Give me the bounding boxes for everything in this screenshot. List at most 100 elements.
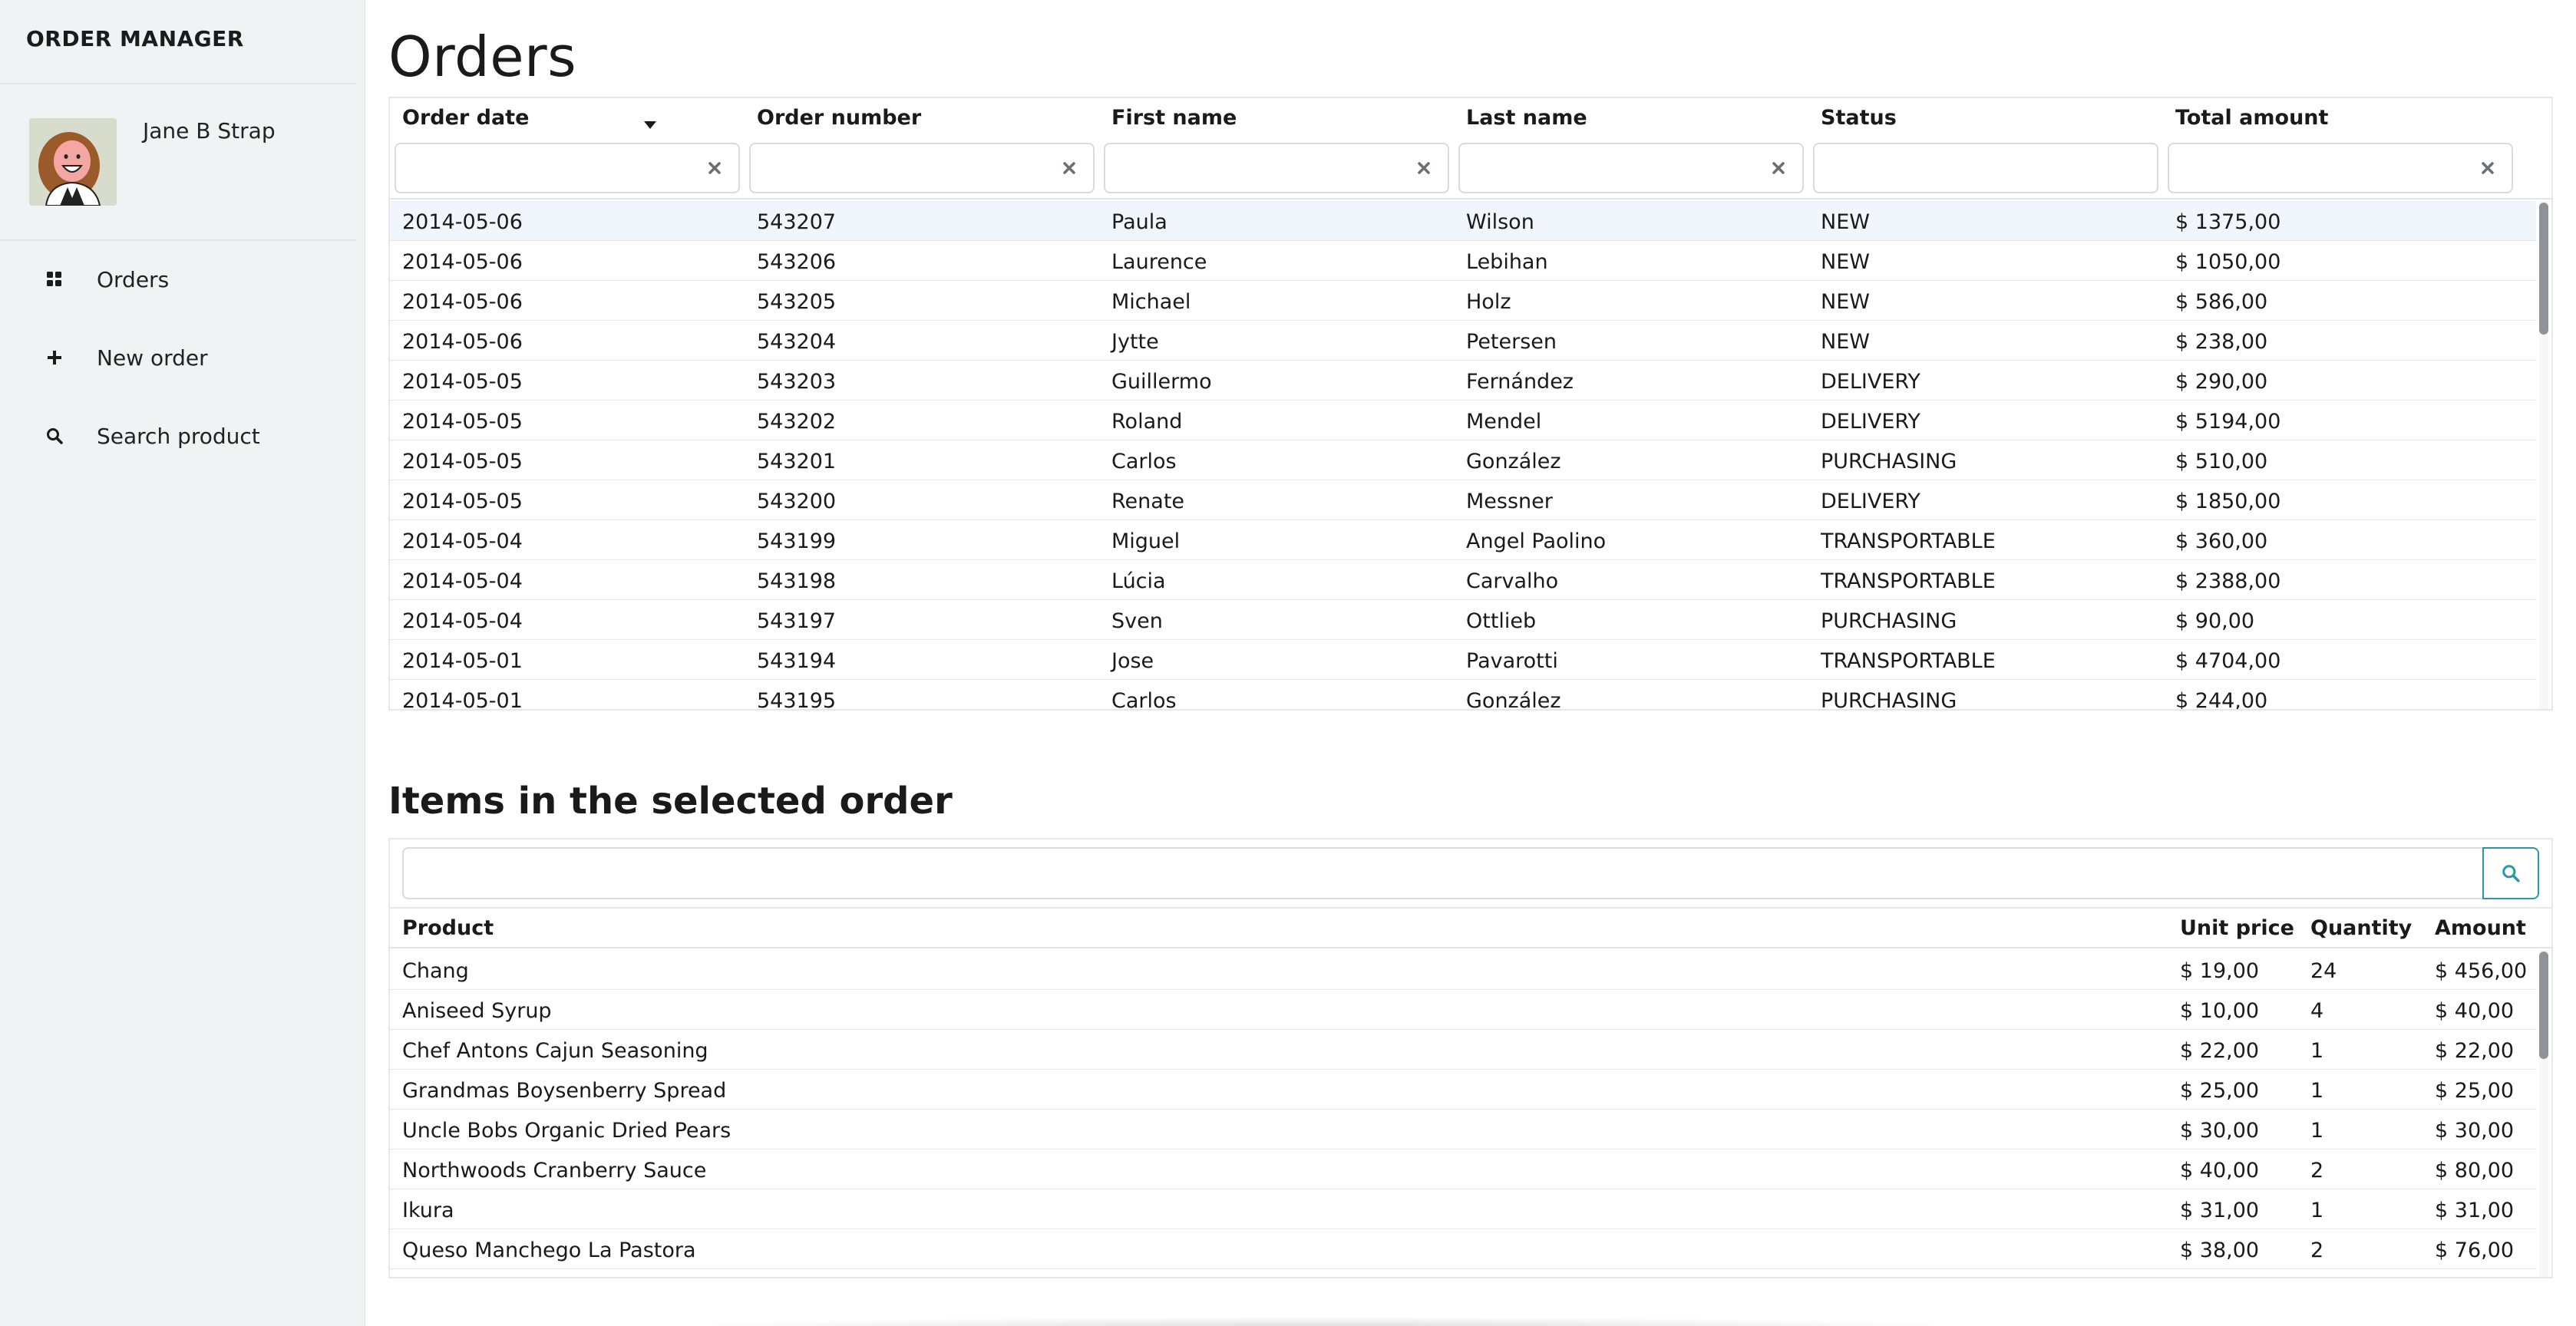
table-cell: 543199 bbox=[757, 529, 837, 553]
column-header-unit-price[interactable]: Unit price bbox=[2180, 916, 2294, 940]
table-row[interactable]: Ikura $ 31,00 1 $ 31,00 bbox=[390, 1189, 2536, 1229]
sort-descending-icon[interactable] bbox=[643, 118, 657, 133]
nav-item-new-order[interactable]: New order bbox=[0, 325, 356, 390]
table-row[interactable]: 2014-05-05 543200 Renate Messner DELIVERY $ 1… bbox=[390, 480, 2536, 520]
table-cell: 543200 bbox=[757, 490, 837, 513]
orders-scrollbar-thumb[interactable] bbox=[2539, 203, 2548, 335]
table-row[interactable]: Queso Manchego La Pastora $ 38,00 2 $ 76,00 bbox=[390, 1229, 2536, 1269]
table-cell: Ikura bbox=[402, 1199, 454, 1222]
table-cell: $ 19,00 bbox=[2180, 959, 2260, 983]
filter-first-name-input[interactable] bbox=[1104, 143, 1449, 193]
app-title: ORDER MANAGER bbox=[26, 26, 244, 51]
table-cell: $ 38,00 bbox=[2180, 1239, 2260, 1262]
table-row[interactable]: Chang $ 19,00 24 $ 456,00 bbox=[390, 950, 2536, 990]
filter-status-select[interactable] bbox=[1813, 143, 2158, 193]
table-cell: $ 25,00 bbox=[2180, 1079, 2260, 1103]
items-grid: Product Unit price Quantity Amount Chang… bbox=[388, 838, 2553, 1278]
column-header-status[interactable]: Status bbox=[1821, 106, 1897, 130]
clear-filter-icon[interactable] bbox=[2478, 158, 2498, 178]
table-cell: $ 40,00 bbox=[2180, 1159, 2260, 1183]
column-header-last-name[interactable]: Last name bbox=[1466, 106, 1587, 130]
table-row[interactable]: 2014-05-01 543194 Jose Pavarotti TRANSPORTAB… bbox=[390, 640, 2536, 680]
table-cell: Lúcia bbox=[1111, 569, 1166, 593]
table-cell: Jose bbox=[1111, 649, 1154, 673]
table-row[interactable]: Aniseed Syrup $ 10,00 4 $ 40,00 bbox=[390, 990, 2536, 1030]
column-header-total-amount[interactable]: Total amount bbox=[2175, 106, 2328, 130]
table-cell: 1 bbox=[2310, 1079, 2324, 1103]
table-cell: Laurence bbox=[1111, 250, 1207, 274]
table-row[interactable]: Uncle Bobs Organic Dried Pears $ 30,00 1 $ … bbox=[390, 1110, 2536, 1150]
table-cell: 1 bbox=[2310, 1119, 2324, 1143]
table-cell: 2014-05-04 bbox=[402, 569, 523, 593]
table-cell: 2014-05-05 bbox=[402, 450, 523, 473]
table-cell: DELIVERY bbox=[1821, 410, 1920, 434]
table-cell: $ 2388,00 bbox=[2175, 569, 2281, 593]
table-row[interactable]: 2014-05-06 543206 Laurence Lebihan NEW $ 1050… bbox=[390, 241, 2536, 281]
clear-filter-icon[interactable] bbox=[705, 158, 725, 178]
avatar[interactable] bbox=[29, 118, 117, 206]
nav-item-search-product[interactable]: Search product bbox=[0, 404, 356, 468]
table-row[interactable]: Northwoods Cranberry Sauce $ 40,00 2 $ 80,0… bbox=[390, 1150, 2536, 1189]
table-row[interactable]: 2014-05-04 543197 Sven Ottlieb PURCHASING $ 9… bbox=[390, 600, 2536, 640]
clear-filter-icon[interactable] bbox=[1769, 158, 1788, 178]
table-row[interactable]: 2014-05-05 543202 Roland Mendel DELIVERY $ 51… bbox=[390, 401, 2536, 440]
table-row[interactable]: Chef Antons Cajun Seasoning $ 22,00 1 $ 22,… bbox=[390, 1030, 2536, 1070]
table-cell: 2014-05-05 bbox=[402, 490, 523, 513]
column-header-amount[interactable]: Amount bbox=[2435, 916, 2526, 940]
search-icon bbox=[2502, 865, 2520, 882]
clear-filter-icon[interactable] bbox=[1059, 158, 1079, 178]
table-cell: $ 40,00 bbox=[2435, 999, 2515, 1023]
table-cell: $ 456,00 bbox=[2435, 959, 2528, 983]
table-cell: $ 510,00 bbox=[2175, 450, 2268, 473]
filter-last-name-input[interactable] bbox=[1458, 143, 1804, 193]
table-cell: 2 bbox=[2310, 1159, 2324, 1183]
table-cell: 2014-05-05 bbox=[402, 370, 523, 394]
table-cell: 543203 bbox=[757, 370, 837, 394]
table-cell: Chef Antons Cajun Seasoning bbox=[402, 1039, 708, 1063]
table-cell: $ 586,00 bbox=[2175, 290, 2268, 314]
nav-item-orders[interactable]: Orders bbox=[0, 247, 356, 312]
table-cell: PURCHASING bbox=[1821, 450, 1957, 473]
table-cell: $ 25,00 bbox=[2435, 1079, 2515, 1103]
table-cell: Lebihan bbox=[1466, 250, 1548, 274]
table-cell: NEW bbox=[1821, 210, 1870, 234]
column-header-first-name[interactable]: First name bbox=[1111, 106, 1237, 130]
table-cell: Holz bbox=[1466, 290, 1511, 314]
filter-order-date-input[interactable] bbox=[395, 143, 740, 193]
table-cell: $ 1850,00 bbox=[2175, 490, 2281, 513]
table-cell: Queso Manchego La Pastora bbox=[402, 1239, 696, 1262]
clear-filter-icon[interactable] bbox=[1414, 158, 1434, 178]
nav-item-label: New order bbox=[97, 345, 208, 371]
table-row[interactable]: Grandmas Boysenberry Spread $ 25,00 1 $ 25,… bbox=[390, 1070, 2536, 1110]
filter-order-number-input[interactable] bbox=[749, 143, 1095, 193]
table-row[interactable]: 2014-05-06 543207 Paula Wilson NEW $ 1375,00 bbox=[390, 201, 2536, 241]
table-cell: 4 bbox=[2310, 999, 2324, 1023]
items-scrollbar-thumb[interactable] bbox=[2539, 952, 2548, 1059]
table-cell: $ 22,00 bbox=[2435, 1039, 2515, 1063]
table-row[interactable]: 2014-05-05 543203 Guillermo Fernández DELIVE… bbox=[390, 361, 2536, 401]
table-row[interactable]: 2014-05-01 543195 Carlos González PURCHASING… bbox=[390, 680, 2536, 709]
product-search-input[interactable] bbox=[402, 847, 2484, 899]
table-cell: 543198 bbox=[757, 569, 837, 593]
table-row[interactable]: 2014-05-04 543198 Lúcia Carvalho TRANSPORTAB… bbox=[390, 560, 2536, 600]
table-row[interactable]: 2014-05-04 543199 Miguel Angel Paolino TRANS… bbox=[390, 520, 2536, 560]
table-cell: 543201 bbox=[757, 450, 837, 473]
table-cell: 2 bbox=[2310, 1239, 2324, 1262]
column-header-product[interactable]: Product bbox=[402, 916, 494, 940]
filter-total-amount-input[interactable] bbox=[2168, 143, 2513, 193]
notification-shadow bbox=[672, 1317, 1977, 1326]
table-cell: $ 30,00 bbox=[2435, 1119, 2515, 1143]
column-header-order-date[interactable]: Order date bbox=[402, 106, 529, 130]
product-search-button[interactable] bbox=[2482, 847, 2539, 899]
column-header-order-number[interactable]: Order number bbox=[757, 106, 921, 130]
table-cell: Pavarotti bbox=[1466, 649, 1558, 673]
table-row[interactable]: 2014-05-06 543204 Jytte Petersen NEW $ 238,00 bbox=[390, 321, 2536, 361]
table-cell: $ 80,00 bbox=[2435, 1159, 2515, 1183]
table-cell: $ 30,00 bbox=[2180, 1119, 2260, 1143]
table-row[interactable]: 2014-05-05 543201 Carlos González PURCHASING… bbox=[390, 440, 2536, 480]
table-cell: 2014-05-06 bbox=[402, 250, 523, 274]
table-row[interactable]: 2014-05-06 543205 Michael Holz NEW $ 586,00 bbox=[390, 281, 2536, 321]
column-header-quantity[interactable]: Quantity bbox=[2310, 916, 2412, 940]
table-cell: 543202 bbox=[757, 410, 837, 434]
table-cell: DELIVERY bbox=[1821, 490, 1920, 513]
